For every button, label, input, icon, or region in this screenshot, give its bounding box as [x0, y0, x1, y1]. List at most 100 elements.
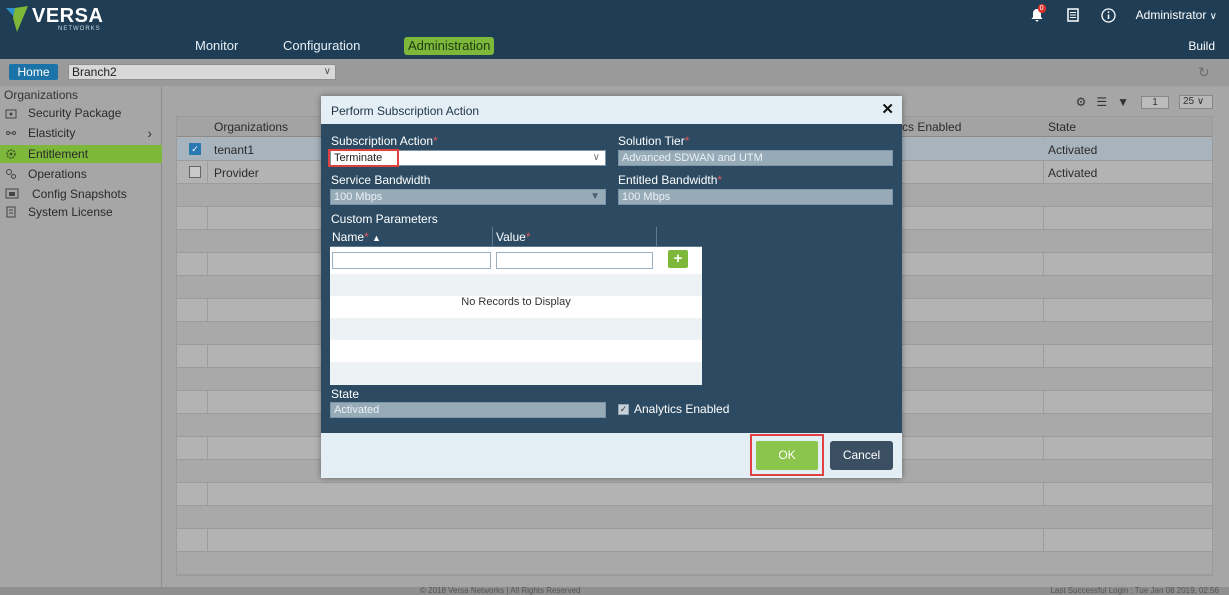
custom-parameter-input-row: +: [330, 247, 702, 274]
bell-icon[interactable]: 0: [1028, 4, 1046, 24]
add-parameter-button[interactable]: +: [668, 250, 688, 268]
subscription-action-label: Subscription Action*: [331, 134, 438, 148]
search-settings-icon[interactable]: ⚙: [1076, 95, 1087, 109]
row-state: Activated: [1048, 143, 1098, 157]
column-header-state[interactable]: State: [1048, 120, 1076, 134]
sidebar-item-label: Security Package: [28, 106, 122, 120]
versa-logo[interactable]: VERSA NETWORKS: [6, 6, 103, 33]
required-marker: *: [717, 173, 723, 187]
entitled-bandwidth-field: 100 Mbps: [618, 189, 893, 205]
column-divider: [656, 227, 657, 247]
chevron-right-icon: ›: [147, 125, 152, 141]
refresh-icon[interactable]: ↻: [1198, 64, 1210, 81]
field-label-text: Entitled Bandwidth: [618, 173, 718, 187]
tab-monitor[interactable]: Monitor: [191, 37, 242, 55]
info-icon[interactable]: [1100, 6, 1118, 24]
gear-icon: [6, 149, 16, 159]
dialog-header: Perform Subscription Action ✕: [321, 96, 902, 124]
sidebar-item-security-package[interactable]: Security Package: [0, 104, 162, 122]
snapshot-icon: [5, 188, 19, 199]
required-marker: *: [433, 134, 438, 148]
column-header-name-label: Name: [332, 230, 365, 244]
column-divider: [492, 227, 493, 247]
dialog-title: Perform Subscription Action: [331, 104, 480, 118]
user-menu[interactable]: Administrator ∨: [1136, 8, 1217, 22]
sidebar-item-entitlement[interactable]: Entitlement: [0, 145, 162, 163]
cancel-button[interactable]: Cancel: [830, 441, 893, 470]
top-bar: VERSA NETWORKS 0 Administrator ∨ Monitor…: [0, 0, 1229, 59]
close-icon[interactable]: ✕: [881, 102, 894, 118]
chevron-down-icon: ∨: [1209, 11, 1217, 22]
sidebar-item-label: System License: [28, 205, 113, 219]
sidebar: Organizations Security Package Elasticit…: [0, 86, 162, 595]
empty-row: [177, 483, 1212, 506]
row-checkbox[interactable]: ✓: [189, 143, 201, 155]
required-marker: *: [684, 134, 690, 148]
versa-logo-icon: [6, 6, 28, 32]
chevron-down-icon: ∨: [323, 66, 331, 77]
highlight-box: [328, 149, 399, 167]
empty-row: [330, 318, 702, 340]
gears-icon: [6, 169, 16, 179]
row-state: Activated: [1048, 166, 1098, 180]
user-menu-label: Administrator: [1135, 8, 1207, 22]
field-label-text: Solution Tier: [618, 134, 685, 148]
columns-icon[interactable]: ☰: [1096, 95, 1107, 109]
empty-row: [177, 506, 1212, 529]
empty-records-message: No Records to Display: [461, 296, 571, 308]
home-button[interactable]: Home: [9, 64, 58, 80]
empty-row: [330, 362, 702, 385]
build-link[interactable]: Build: [1188, 39, 1215, 53]
row-organization: tenant1: [214, 143, 255, 157]
subscription-action-dialog: Perform Subscription Action ✕ Subscripti…: [321, 96, 902, 478]
state-field: Activated: [330, 402, 606, 418]
custom-parameter-value-input[interactable]: [496, 252, 653, 269]
sidebar-item-elasticity[interactable]: Elasticity ›: [0, 124, 162, 142]
package-icon: [5, 109, 17, 119]
custom-parameters-table: Name* ▲ Value* + No Records to Display: [330, 227, 702, 385]
notification-badge: 0: [1037, 4, 1046, 13]
analytics-enabled-checkbox[interactable]: ✓: [618, 404, 629, 415]
row-organization: Provider: [214, 166, 259, 180]
main-nav: Monitor Configuration Administration Bui…: [0, 37, 1229, 57]
page-size-value: 25: [1183, 96, 1195, 107]
page-size-select[interactable]: 25 ∨: [1179, 95, 1213, 109]
sidebar-item-operations[interactable]: Operations: [0, 165, 162, 183]
column-header-organizations[interactable]: Organizations: [214, 120, 288, 134]
appliance-select[interactable]: Branch2 ∨: [68, 64, 336, 80]
service-bandwidth-select: 100 Mbps ▼: [330, 189, 606, 205]
sidebar-item-label: Elasticity: [28, 126, 76, 140]
empty-row: [177, 529, 1212, 552]
ok-button[interactable]: OK: [756, 441, 818, 470]
logo-subtext: NETWORKS: [58, 26, 101, 32]
custom-parameter-name-input[interactable]: [332, 252, 491, 269]
chevron-down-icon: ∨: [1196, 96, 1205, 107]
elasticity-icon: [6, 131, 16, 135]
page-number[interactable]: 1: [1141, 95, 1169, 109]
required-marker: *: [525, 230, 531, 244]
appliance-select-value: Branch2: [72, 65, 117, 79]
state-label: State: [331, 387, 360, 401]
solution-tier-field: Advanced SDWAN and UTM: [618, 150, 893, 166]
filter-icon[interactable]: ▼: [1117, 95, 1129, 109]
required-marker: *: [364, 230, 369, 244]
solution-tier-label: Solution Tier*: [618, 134, 689, 148]
sidebar-item-config-snapshots[interactable]: Config Snapshots: [0, 185, 162, 203]
sidebar-title: Organizations: [4, 88, 79, 102]
caret-down-icon: ▼: [590, 191, 600, 202]
grid-toolbar: ⚙ ☰ ▼ 1 25 ∨: [1066, 94, 1213, 110]
row-checkbox[interactable]: [189, 166, 201, 178]
sidebar-item-label: Operations: [28, 167, 87, 181]
tab-administration[interactable]: Administration: [404, 37, 495, 55]
field-label-text: Subscription Action: [331, 134, 434, 148]
column-header-name[interactable]: Name* ▲: [332, 230, 381, 244]
tasks-icon[interactable]: [1064, 6, 1082, 24]
footer-copyright: © 2018 Versa Networks | All Rights Reser…: [420, 586, 581, 595]
tab-configuration[interactable]: Configuration: [279, 37, 364, 55]
sidebar-item-label: Config Snapshots: [32, 187, 127, 201]
sidebar-item-system-license[interactable]: System License: [0, 203, 162, 221]
logo-wordmark: VERSA: [32, 5, 104, 27]
custom-parameters-label: Custom Parameters: [331, 212, 438, 226]
license-icon: [6, 206, 16, 218]
column-header-value[interactable]: Value*: [496, 230, 530, 244]
